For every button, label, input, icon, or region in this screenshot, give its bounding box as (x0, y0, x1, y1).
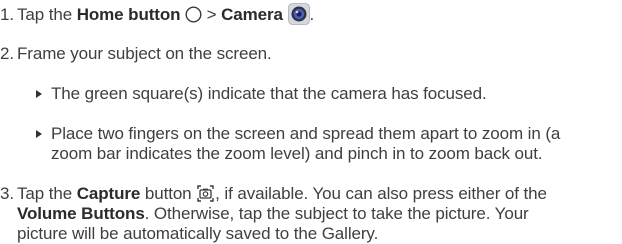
bullet-2: Place two fingers on the screen and spre… (36, 124, 560, 144)
step-number: 1. (0, 5, 14, 24)
step-1: 1. Tap the Home button > Camera . (0, 3, 314, 30)
bullet-2-text-line-1: Place two fingers on the screen and spre… (51, 124, 561, 143)
camera-label: Camera (221, 5, 283, 24)
bullet-arrow-icon (36, 90, 42, 98)
step-number: 2. (0, 44, 14, 63)
camera-app-icon (287, 3, 310, 30)
volume-buttons-label: Volume Buttons (17, 204, 145, 223)
bullet-2-continuation: zoom bar indicates the zoom level) and p… (51, 144, 543, 164)
step-3-line-2: Volume Buttons. Otherwise, tap the subje… (17, 204, 529, 223)
bullet-arrow-icon (36, 130, 42, 138)
step-2-text: Frame your subject on the screen. (17, 44, 272, 63)
document-page: { "steps": { "s1": { "num": "1.", "pre":… (0, 0, 622, 243)
home-circle-icon (185, 6, 202, 28)
step-2: 2. Frame your subject on the screen. (0, 44, 272, 64)
bullet-1-text: The green square(s) indicate that the ca… (51, 84, 487, 103)
home-button-label: Home button (76, 5, 181, 24)
step-number: 3. (0, 184, 14, 203)
bullet-1: The green square(s) indicate that the ca… (36, 84, 487, 104)
step-3-line-3: picture will be automatically saved to t… (17, 224, 379, 243)
capture-label: Capture (76, 184, 141, 203)
bullet-2-text-line-2: zoom bar indicates the zoom level) and p… (51, 144, 543, 163)
